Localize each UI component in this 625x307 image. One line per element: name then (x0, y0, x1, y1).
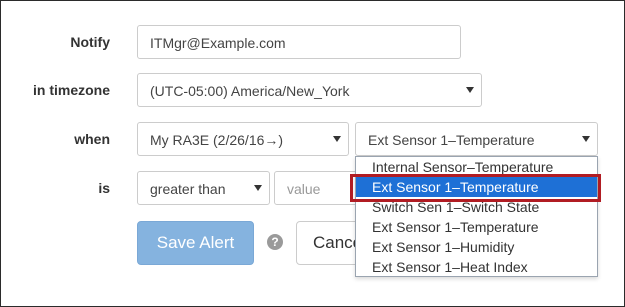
device-select[interactable]: My RA3E (2/26/16→) (137, 122, 349, 156)
notify-email-value: ITMgr@Example.com (150, 35, 286, 51)
device-select-value: My RA3E (2/26/16→) (150, 132, 284, 148)
help-icon[interactable]: ? (267, 234, 283, 250)
dropdown-option[interactable]: Internal Sensor–Temperature (356, 157, 597, 177)
chevron-down-icon (333, 136, 341, 142)
chevron-down-icon (254, 185, 262, 191)
when-label: when (74, 131, 110, 147)
value-input[interactable]: value (274, 171, 364, 205)
chevron-down-icon (582, 136, 590, 142)
notify-email-input[interactable]: ITMgr@Example.com (137, 25, 461, 59)
timezone-label: in timezone (32, 82, 110, 98)
timezone-select[interactable]: (UTC-05:00) America/New_York (137, 73, 482, 107)
dropdown-option[interactable]: Ext Sensor 1–Humidity (356, 237, 597, 257)
comparison-select-value: greater than (150, 181, 226, 197)
dropdown-option[interactable]: Ext Sensor 1–Heat Index (356, 257, 597, 277)
dropdown-option[interactable]: Ext Sensor 1–Temperature (356, 217, 597, 237)
sensor-select[interactable]: Ext Sensor 1–Temperature (355, 122, 598, 156)
timezone-select-value: (UTC-05:00) America/New_York (150, 83, 350, 99)
save-alert-button[interactable]: Save Alert (137, 221, 254, 265)
sensor-dropdown-list[interactable]: Internal Sensor–Temperature Ext Sensor 1… (355, 156, 598, 277)
notify-label: Notify (70, 34, 110, 50)
comparison-select[interactable]: greater than (137, 171, 270, 205)
is-label: is (98, 180, 110, 196)
dropdown-option[interactable]: Switch Sen 1–Switch State (356, 197, 597, 217)
value-input-placeholder: value (287, 181, 321, 197)
dropdown-option[interactable]: Ext Sensor 1–Temperature (356, 177, 597, 197)
sensor-select-value: Ext Sensor 1–Temperature (368, 132, 535, 148)
chevron-down-icon (466, 87, 474, 93)
